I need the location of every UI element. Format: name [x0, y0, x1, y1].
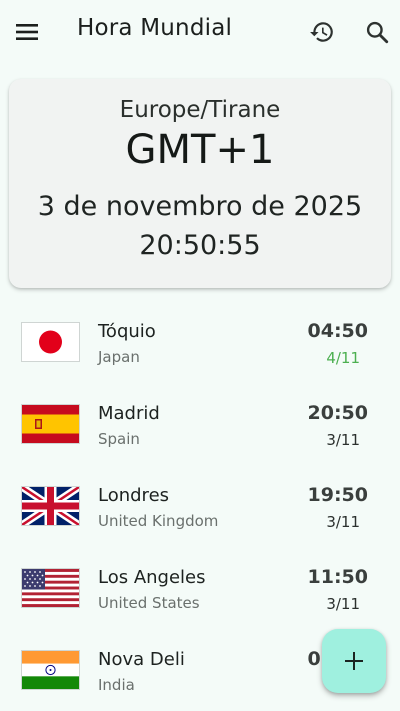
app-bar: Hora Mundial — [0, 0, 400, 64]
history-icon[interactable] — [309, 19, 335, 45]
city-name: Los Angeles — [98, 567, 206, 588]
clock-time: 19:50 — [307, 484, 368, 506]
country-name: United States — [98, 594, 200, 612]
country-name: Japan — [98, 348, 140, 366]
current-time-card: Europe/Tirane GMT+1 3 de novembro de 202… — [9, 79, 391, 288]
clock-row-madrid[interactable]: Madrid Spain 20:50 3/11 — [0, 383, 400, 465]
current-time: 20:50:55 — [139, 230, 261, 261]
us-flag-icon — [22, 569, 79, 607]
city-name: Nova Deli — [98, 649, 185, 670]
city-name: Londres — [98, 485, 170, 506]
country-name: India — [98, 676, 135, 694]
clock-row-los-angeles[interactable]: Los Angeles United States 11:50 3/11 — [0, 547, 400, 629]
spain-flag-icon — [22, 405, 79, 443]
country-name: United Kingdom — [98, 512, 219, 530]
clock-date: 4/11 — [326, 349, 360, 367]
clock-row-london[interactable]: Londres United Kingdom 19:50 3/11 — [0, 465, 400, 547]
city-name: Tóquio — [98, 321, 156, 342]
clock-time: 20:50 — [307, 402, 368, 424]
app-title: Hora Mundial — [77, 15, 233, 41]
clock-row-tokyo[interactable]: Tóquio Japan 04:50 4/11 — [0, 301, 400, 383]
current-timezone: Europe/Tirane — [119, 97, 281, 123]
plus-icon — [345, 652, 363, 670]
uk-flag-icon — [22, 487, 79, 525]
clock-date: 3/11 — [326, 431, 360, 449]
japan-flag-icon — [22, 323, 79, 361]
country-name: Spain — [98, 430, 140, 448]
clock-date: 3/11 — [326, 595, 360, 613]
menu-icon[interactable] — [14, 20, 40, 44]
clock-date: 3/11 — [326, 513, 360, 531]
clock-time: 04:50 — [307, 320, 368, 342]
clock-time: 11:50 — [307, 566, 368, 588]
city-name: Madrid — [98, 403, 160, 424]
current-date: 3 de novembro de 2025 — [37, 191, 363, 222]
add-city-button[interactable] — [322, 629, 386, 693]
search-icon[interactable] — [364, 19, 390, 45]
india-flag-icon — [22, 651, 79, 689]
current-offset: GMT+1 — [125, 127, 275, 173]
